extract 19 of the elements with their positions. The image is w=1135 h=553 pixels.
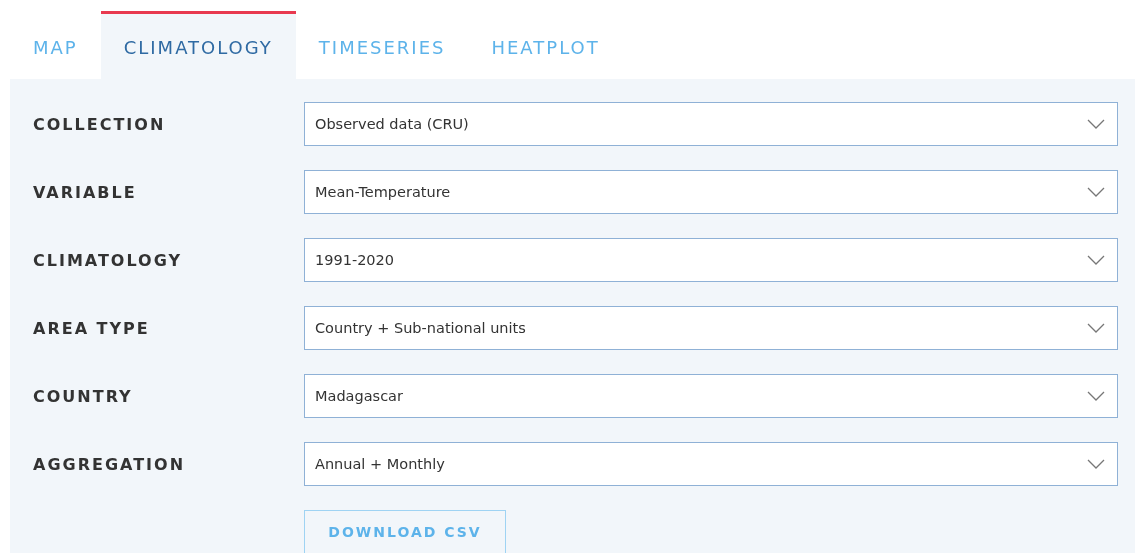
dropdown[interactable]: Annual + Monthly bbox=[304, 442, 1118, 486]
field-label: VARIABLE bbox=[33, 182, 138, 202]
chevron-down-icon bbox=[1087, 119, 1105, 129]
tab[interactable]: CLIMATOLOGY bbox=[100, 11, 296, 79]
chevron-down-icon bbox=[1087, 459, 1105, 469]
dropdown[interactable]: Mean-Temperature bbox=[304, 170, 1118, 214]
dropdown[interactable]: Observed data (CRU) bbox=[304, 102, 1118, 146]
field-label: AREA TYPE bbox=[33, 318, 151, 338]
field-label: COUNTRY bbox=[33, 386, 134, 406]
chevron-down-icon bbox=[1087, 391, 1105, 401]
dropdown[interactable]: 1991-2020 bbox=[304, 238, 1118, 282]
field-label: CLIMATOLOGY bbox=[33, 250, 184, 270]
chevron-down-icon bbox=[1087, 255, 1105, 265]
chevron-down-icon bbox=[1087, 187, 1105, 197]
chevron-down-icon bbox=[1087, 323, 1105, 333]
field-label: COLLECTION bbox=[33, 114, 167, 134]
field-label: AGGREGATION bbox=[33, 454, 187, 474]
dropdown[interactable]: Madagascar bbox=[304, 374, 1118, 418]
dropdown[interactable]: Country + Sub-national units bbox=[304, 306, 1118, 350]
